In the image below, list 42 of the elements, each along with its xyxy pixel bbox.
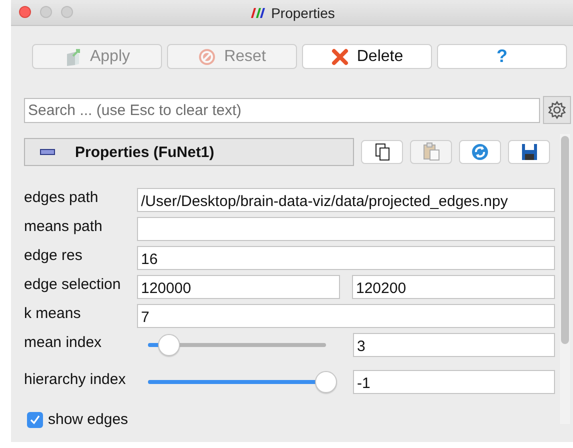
input-field[interactable]: /User/Desktop/brain-data-viz/data/projected_edges.npy [137,188,555,212]
delete-button[interactable]: Delete [302,44,432,69]
input-field[interactable]: 16 [137,246,555,270]
checkbox-label: show edges [48,411,128,428]
property-label: k means [24,304,82,324]
input-field[interactable]: 3 [353,333,555,357]
input-field[interactable]: 7 [137,304,555,328]
property-label: edge selection [24,275,122,295]
settings-icon [547,100,567,120]
collapse-icon [40,149,55,155]
settings-button[interactable] [543,96,571,124]
scrollbar[interactable] [560,134,570,424]
input-field[interactable]: -1 [353,370,555,394]
input-field[interactable]: 120200 [352,275,555,299]
property-label: hierarchy index [24,370,127,390]
save-button[interactable] [508,140,550,164]
app-logo-icon [249,6,266,18]
help-button[interactable]: ? [437,44,567,69]
copy-icon [372,142,392,162]
property-label: edges path [24,188,100,208]
refresh-icon [470,142,490,162]
input-field[interactable]: 120000 [137,275,340,299]
property-label: edge res [24,246,84,266]
minimize-window-button[interactable] [40,6,52,18]
cross-icon [330,46,349,66]
checkmark-icon [29,414,41,426]
copy-button[interactable] [361,140,403,164]
search-field[interactable]: Search ... (use Esc to clear text) [24,98,540,122]
maximize-window-button[interactable] [61,6,73,18]
section-title: Properties (FuNet1) [75,144,214,160]
property-label: mean index [24,333,103,353]
section-header[interactable]: Properties (FuNet1) [24,138,354,166]
close-window-button[interactable] [19,6,31,18]
property-label: means path [24,217,104,237]
clipboard-icon [422,142,440,162]
no-entry-icon [198,46,216,66]
slider-handle[interactable] [315,371,337,393]
slider-handle[interactable] [158,334,180,356]
input-field[interactable] [137,217,555,241]
checkbox[interactable] [27,412,43,428]
refresh-button[interactable] [459,140,501,164]
window-title: Properties [271,4,335,20]
